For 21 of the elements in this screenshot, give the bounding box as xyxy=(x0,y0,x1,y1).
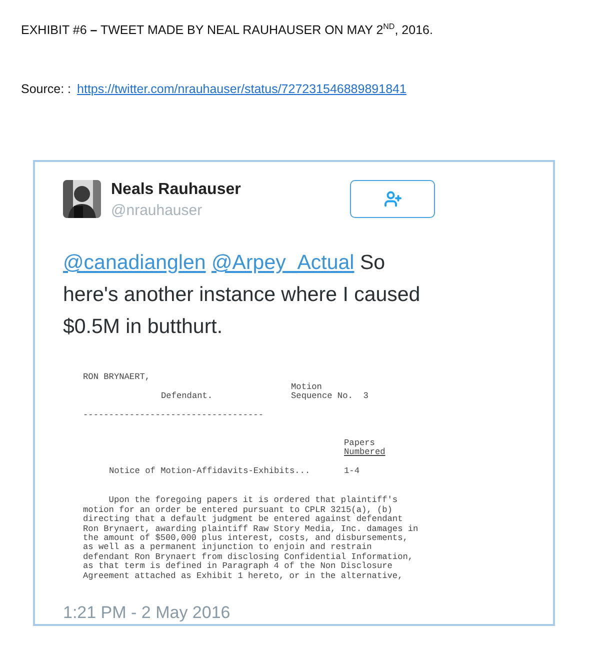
papers-item: Notice of Motion-Affidavits-Exhibits... xyxy=(109,466,312,476)
tweet-timestamp: 1:21 PM - 2 May 2016 xyxy=(63,602,232,623)
follow-button[interactable] xyxy=(350,180,435,218)
sequence-number: Sequence No. 3 xyxy=(291,392,368,402)
party-role: Defendant. xyxy=(160,392,214,402)
mention-link[interactable]: @canadianglen xyxy=(63,251,206,274)
author-handle: @nrauhauser xyxy=(111,202,204,220)
exhibit-title: EXHIBIT #6 – TWEET MADE BY NEAL RAUHAUSER ON MAY 2$^{ND}$, 2016. xyxy=(21,22,434,38)
motion-label: Motion xyxy=(291,382,323,392)
item-pages: 1-4 xyxy=(344,466,360,476)
add-user-icon xyxy=(384,190,402,208)
numbered-heading: Numbered xyxy=(344,448,386,458)
order-paragraph: Upon the foregoing papers it is ordered that plaintiff's motion for an order be entered pursuant to CPLR 3215(a), (b) directing that a default judgment be entered against defendant Ron Brynaert, awarding plaintiff Raw Story Media, Inc. damages in the amount of $500,000 plus interest, costs, and disbursements, as well as a permanent injunction to enjoin and restrain defendant Ron Brynaert from disclosing Confidential Information, as that term is defined in Paragraph 4 of the Non Disclosure Agreement attached as Exhibit 1 hereto, or in the alternative, xyxy=(83,496,420,581)
party-name: RON BRYNAERT, xyxy=(83,373,152,383)
papers-heading: Papers xyxy=(344,438,375,448)
source-link[interactable]: https://twitter.com/nrauhauser/status/727231546889891841 xyxy=(77,82,406,96)
mention-link[interactable]: @Arpey_Actual xyxy=(211,251,354,274)
source-label: Source: : xyxy=(21,82,72,96)
separator-line: ----------------------------------- xyxy=(83,410,264,421)
tweet-text: @canadianglen @Arpey_Actual So here's another instance where I caused $0.5M in butthurt. xyxy=(63,250,422,340)
author-name: Neals Rauhauser xyxy=(111,181,242,200)
